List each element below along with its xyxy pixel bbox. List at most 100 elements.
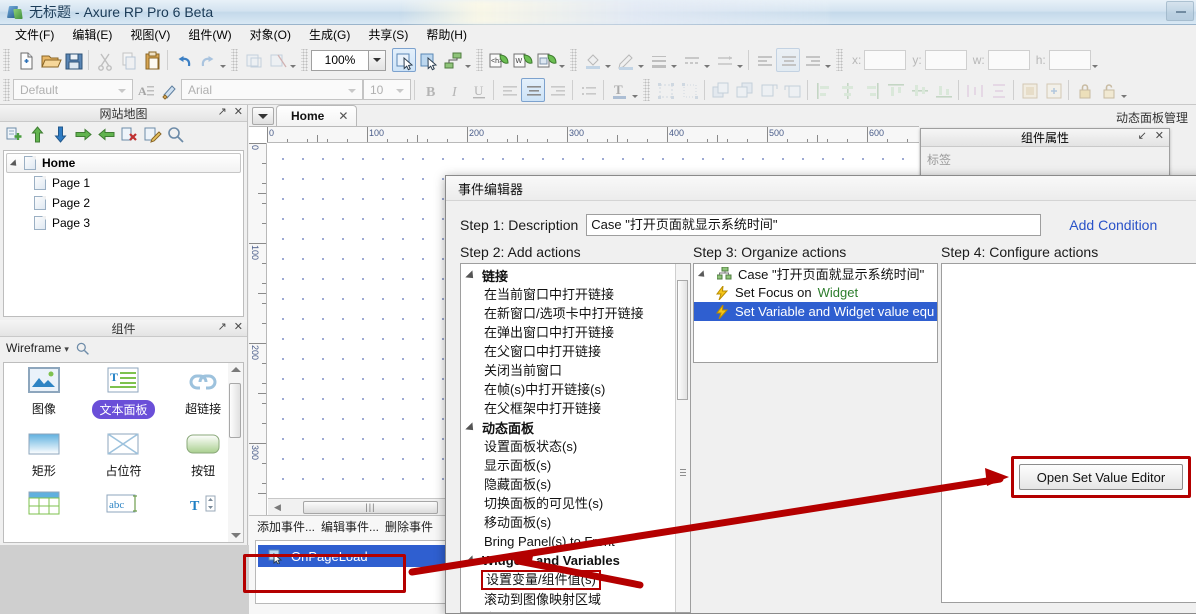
tab-close-icon[interactable]: ✕: [338, 109, 348, 123]
indent-icon[interactable]: [74, 125, 93, 144]
align-objects-right-icon[interactable]: [859, 78, 883, 102]
zoom-input[interactable]: 100%: [311, 49, 369, 71]
toolbar-grip[interactable]: [3, 49, 10, 71]
action-group-dynamic-panel[interactable]: 动态面板: [467, 418, 674, 437]
open-set-value-editor-button[interactable]: Open Set Value Editor: [1019, 464, 1183, 490]
scroll-down-icon[interactable]: [231, 533, 241, 538]
action-item[interactable]: 在父框架中打开链接: [467, 399, 674, 418]
arrow-style-icon[interactable]: [712, 48, 736, 72]
organize-row-set-focus[interactable]: Set Focus on Widget: [694, 283, 937, 302]
widget-text-panel[interactable]: T 文本面板: [84, 367, 164, 429]
flow-connector-icon[interactable]: [440, 48, 464, 72]
align-objects-bottom-icon[interactable]: [931, 78, 955, 102]
tab-list-dropdown-icon[interactable]: [252, 107, 274, 125]
y-input[interactable]: [924, 50, 967, 70]
align-objects-center-icon[interactable]: [835, 78, 859, 102]
align-objects-top-icon[interactable]: [883, 78, 907, 102]
text-style-icon[interactable]: A: [133, 78, 157, 102]
organize-actions-list[interactable]: Case "打开页面就显示系统时间" Set Focus on Widget S…: [693, 263, 938, 363]
configure-actions-panel[interactable]: [941, 263, 1196, 603]
widget-grid-scrollbar[interactable]: [228, 362, 244, 543]
h-input[interactable]: [1048, 50, 1091, 70]
add-page-icon[interactable]: [5, 125, 24, 144]
paste-icon[interactable]: [140, 48, 164, 72]
fill-color-icon[interactable]: [580, 48, 604, 72]
action-group-widgets-and-variables[interactable]: Widgets and Variables: [467, 551, 674, 570]
action-item[interactable]: 切换面板的可见性(s): [467, 494, 674, 513]
toolbar-grip[interactable]: [3, 78, 10, 101]
expand-triangle-icon[interactable]: [467, 270, 478, 281]
action-item[interactable]: 在新窗口/选项卡中打开链接: [467, 304, 674, 323]
scroll-left-icon[interactable]: ◀: [274, 502, 281, 513]
widget-library-select[interactable]: Wireframe: [6, 341, 69, 355]
action-item[interactable]: 滚动到图像映射区域: [467, 590, 674, 609]
ungroup-icon[interactable]: [265, 48, 289, 72]
organize-row-set-variable[interactable]: Set Variable and Widget value equ: [694, 302, 937, 321]
redo-icon[interactable]: [195, 48, 219, 72]
scrollbar-thumb[interactable]: [229, 383, 241, 438]
menu-share[interactable]: 共享(S): [359, 25, 417, 44]
menu-edit[interactable]: 编辑(E): [63, 25, 121, 44]
widgets-close-icon[interactable]: ✕: [234, 321, 243, 334]
bullet-list-icon[interactable]: [576, 78, 600, 102]
widget-textfield[interactable]: abc: [84, 491, 164, 542]
line-style-icon[interactable]: [679, 48, 703, 72]
sitemap-close-icon[interactable]: ✕: [234, 106, 243, 119]
widget-properties-dock-icon[interactable]: ↙: [1138, 130, 1147, 143]
lock-icon[interactable]: [1072, 78, 1096, 102]
format-painter-icon[interactable]: [157, 78, 181, 102]
bold-button[interactable]: B: [418, 78, 442, 102]
toolbar-grip[interactable]: [643, 78, 650, 101]
widget-rectangle[interactable]: 矩形: [4, 429, 84, 491]
toolbar-grip[interactable]: [476, 49, 483, 71]
expand-triangle-icon[interactable]: [11, 158, 21, 168]
ungroup-objects-icon[interactable]: [677, 78, 701, 102]
widget-image[interactable]: 图像: [4, 367, 84, 429]
action-item-set-variable-widget-value[interactable]: 设置变量/组件值(s): [481, 570, 601, 590]
unlock-icon[interactable]: [1096, 78, 1120, 102]
expand-triangle-icon[interactable]: [467, 422, 478, 433]
action-group-links[interactable]: 链接: [467, 266, 674, 285]
text-align-center-icon[interactable]: [521, 77, 545, 102]
align-objects-left-icon[interactable]: [811, 78, 835, 102]
widget-placeholder[interactable]: 占位符: [84, 429, 164, 491]
action-item[interactable]: 关闭当前窗口: [467, 361, 674, 380]
minimize-button[interactable]: [1166, 1, 1194, 21]
outdent-icon[interactable]: [97, 125, 116, 144]
distribute-vertical-icon[interactable]: [986, 78, 1010, 102]
align-left-icon[interactable]: [752, 48, 776, 72]
convert-to-custom-icon[interactable]: [1041, 78, 1065, 102]
copy-icon[interactable]: [116, 48, 140, 72]
w-input[interactable]: [987, 50, 1030, 70]
action-item[interactable]: 在当前窗口中打开链接: [467, 285, 674, 304]
distribute-horizontal-icon[interactable]: [962, 78, 986, 102]
action-item[interactable]: 显示面板(s): [467, 456, 674, 475]
sitemap-item-page-1[interactable]: Page 1: [4, 173, 243, 193]
font-family-select[interactable]: Arial: [181, 79, 363, 100]
organize-row-case[interactable]: Case "打开页面就显示系统时间": [694, 264, 937, 283]
undo-icon[interactable]: [171, 48, 195, 72]
action-item[interactable]: 隐藏面板(s): [467, 475, 674, 494]
text-align-right-icon[interactable]: [545, 78, 569, 102]
align-objects-middle-icon[interactable]: [907, 78, 931, 102]
toolbar-grip[interactable]: [570, 49, 577, 71]
move-down-icon[interactable]: [51, 125, 70, 144]
font-color-icon[interactable]: T: [607, 78, 631, 102]
send-to-back-icon[interactable]: [732, 78, 756, 102]
add-actions-list[interactable]: 链接 在当前窗口中打开链接 在新窗口/选项卡中打开链接 在弹出窗口中打开链接 在…: [460, 263, 691, 613]
widget-search-icon[interactable]: [75, 341, 90, 356]
x-input[interactable]: [864, 50, 907, 70]
group-icon[interactable]: [241, 48, 265, 72]
move-up-icon[interactable]: [28, 125, 47, 144]
sitemap-float-icon[interactable]: ↗: [218, 106, 227, 119]
delete-page-icon[interactable]: [120, 125, 139, 144]
font-size-select[interactable]: 10: [363, 79, 411, 100]
scroll-up-icon[interactable]: [231, 367, 241, 372]
action-item[interactable]: Bring Panel(s) to Front: [467, 532, 674, 551]
add-condition-link[interactable]: Add Condition: [1069, 217, 1157, 233]
send-backward-icon[interactable]: [780, 78, 804, 102]
group-objects-icon[interactable]: [653, 78, 677, 102]
generate-word-icon[interactable]: W: [510, 48, 534, 72]
bring-forward-icon[interactable]: [756, 78, 780, 102]
window-controls[interactable]: [1166, 1, 1194, 21]
